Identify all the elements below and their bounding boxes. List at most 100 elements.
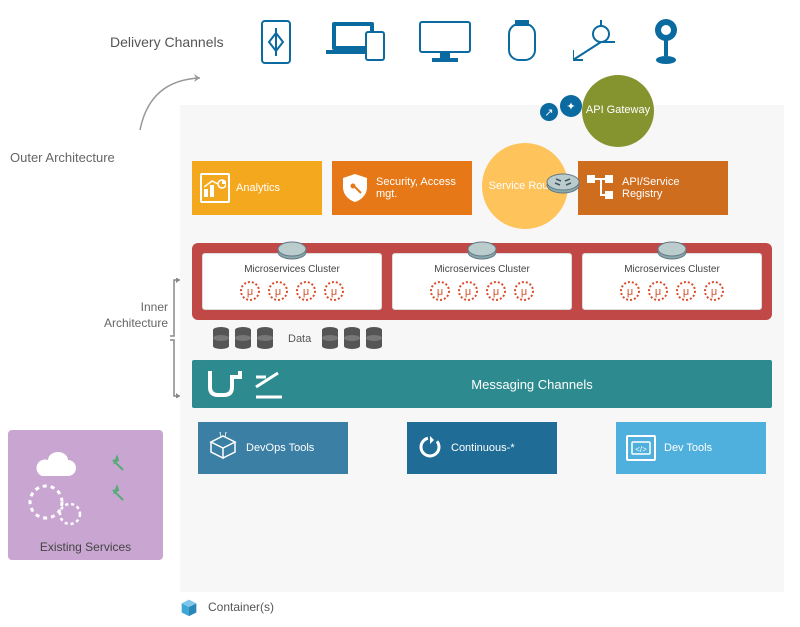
cluster-title: Microservices Cluster (399, 264, 565, 275)
inner-arch-line2: Architecture (104, 316, 168, 330)
cluster-title: Microservices Cluster (589, 264, 755, 275)
devtools-card: </> Dev Tools (616, 422, 766, 474)
database-group (212, 326, 274, 352)
api-gateway: API Gateway (582, 75, 654, 147)
svg-text:{ }: { } (219, 432, 227, 437)
svg-text:μ: μ (655, 286, 661, 298)
existing-services-label: Existing Services (8, 540, 163, 554)
svg-text:μ: μ (627, 286, 633, 298)
sensor-icon (572, 20, 616, 64)
analytics-icon (200, 173, 230, 203)
microservices-clusters: Microservices Cluster μ μ μ μ Microservi… (192, 243, 772, 320)
microservice-icon: μ (484, 279, 508, 303)
database-icon (343, 326, 361, 352)
messaging-label: Messaging Channels (304, 377, 760, 392)
cycle-icon (417, 434, 443, 463)
existing-icons (18, 440, 148, 530)
containers-label: Container(s) (208, 600, 274, 614)
messaging-channels: Messaging Channels (192, 360, 772, 408)
continuous-label: Continuous-* (451, 442, 515, 454)
outer-architecture-label: Outer Architecture (10, 150, 115, 165)
security-label: Security, Access mgt. (376, 176, 464, 200)
inner-bracket-icon (168, 278, 182, 398)
svg-text:μ: μ (247, 286, 253, 298)
microservice-icon: μ (428, 279, 452, 303)
laptop-icon (326, 20, 390, 64)
analytics-card: Analytics (192, 161, 322, 215)
svg-text:μ: μ (275, 286, 281, 298)
desktop-icon (418, 20, 472, 64)
devops-card: { } DevOps Tools (198, 422, 348, 474)
devtools-label: Dev Tools (664, 442, 712, 454)
cluster-router-icon (277, 240, 307, 265)
wearable-icon (500, 20, 544, 64)
registry-card: API/Service Registry (578, 161, 728, 215)
microservices-cluster: Microservices Cluster μ μ μ μ (202, 253, 382, 310)
inner-architecture-label: Inner Architecture (104, 300, 168, 331)
svg-text:μ: μ (303, 286, 309, 298)
box-icon: { } (208, 432, 238, 465)
outer-services-row: Analytics Security, Access mgt. Service … (192, 161, 772, 229)
svg-text:μ: μ (683, 286, 689, 298)
inner-arch-line1: Inner (141, 300, 168, 314)
security-card: Security, Access mgt. (332, 161, 472, 215)
api-gateway-label: API Gateway (586, 104, 650, 117)
svg-text:μ: μ (711, 286, 717, 298)
registry-icon (586, 173, 616, 203)
microservice-icon: μ (456, 279, 480, 303)
pipe-icon (204, 367, 244, 401)
gateway-gears-icon: ↗ ✦ (540, 95, 582, 121)
cube-icon (178, 596, 200, 618)
svg-text:μ: μ (465, 286, 471, 298)
cluster-title: Microservices Cluster (209, 264, 375, 275)
existing-services: Existing Services (8, 430, 163, 560)
microservices-cluster: Microservices Cluster μ μ μ μ (392, 253, 572, 310)
camera-icon (644, 20, 688, 64)
continuous-card: Continuous-* (407, 422, 557, 474)
shield-icon (340, 173, 370, 203)
architecture-container: ↗ ✦ API Gateway Analytics Security, Acce… (180, 105, 784, 592)
router-device-icon (546, 171, 580, 198)
microservice-icon: μ (618, 279, 642, 303)
microservice-icon: μ (512, 279, 536, 303)
database-icon (321, 326, 339, 352)
microservice-icon: μ (674, 279, 698, 303)
mu-row: μ μ μ μ (209, 279, 375, 303)
database-group (321, 326, 383, 352)
mu-row: μ μ μ μ (589, 279, 755, 303)
messaging-icons (204, 367, 284, 401)
cluster-router-icon (657, 240, 687, 265)
microservice-icon: μ (702, 279, 726, 303)
database-icon (256, 326, 274, 352)
analytics-label: Analytics (236, 182, 280, 194)
data-label: Data (288, 333, 311, 345)
microservice-icon: μ (266, 279, 290, 303)
containers-legend: Container(s) (178, 596, 274, 618)
microservice-icon: μ (646, 279, 670, 303)
database-icon (365, 326, 383, 352)
svg-text:μ: μ (493, 286, 499, 298)
svg-text:μ: μ (331, 286, 337, 298)
microservices-cluster: Microservices Cluster μ μ μ μ (582, 253, 762, 310)
mobile-icon (254, 20, 298, 64)
ramp-icon (254, 367, 284, 401)
delivery-icons (254, 20, 688, 64)
delivery-channels-row: Delivery Channels (110, 20, 688, 64)
registry-label: API/Service Registry (622, 176, 720, 200)
svg-text:</>: </> (635, 445, 647, 454)
cluster-router-icon (467, 240, 497, 265)
mu-row: μ μ μ μ (399, 279, 565, 303)
svg-text:μ: μ (521, 286, 527, 298)
microservice-icon: μ (322, 279, 346, 303)
database-icon (212, 326, 230, 352)
devtools-icon: </> (626, 435, 656, 461)
svg-text:μ: μ (437, 286, 443, 298)
service-router: Service Router (482, 143, 568, 229)
database-icon (234, 326, 252, 352)
devops-label: DevOps Tools (246, 442, 314, 454)
microservice-icon: μ (238, 279, 262, 303)
microservice-icon: μ (294, 279, 318, 303)
data-layer: Data (192, 326, 772, 352)
tools-row: { } DevOps Tools Continuous-* </> Dev To… (192, 422, 772, 474)
delivery-channels-label: Delivery Channels (110, 34, 224, 50)
